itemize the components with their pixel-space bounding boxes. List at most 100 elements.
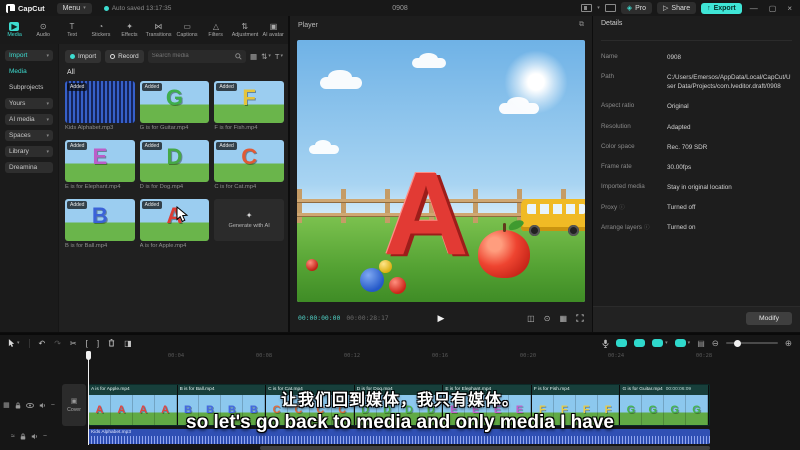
delete-left-button[interactable]: [ — [86, 339, 88, 348]
media-tab[interactable]: △ Filters — [202, 16, 231, 44]
split-button[interactable]: ✂ — [70, 339, 77, 348]
timeline-ruler[interactable]: 00:04 00:08 00:12 00:16 00:20 00:24 00:28 — [0, 351, 800, 365]
grid-view-icon[interactable]: ▦ — [250, 52, 257, 61]
tab-icon: ✦ — [126, 22, 133, 31]
ruler-tick-label: 00:08 — [255, 353, 273, 359]
layout-toggle-icon[interactable] — [581, 4, 593, 12]
media-tab[interactable]: ▶ Media — [0, 16, 29, 44]
ruler-tick-label: 00:20 — [519, 353, 537, 359]
pro-button[interactable]: ◈ Pro — [620, 2, 653, 14]
sidebar-item[interactable]: Library ▾ — [5, 146, 53, 157]
play-button[interactable]: ▶ — [438, 313, 445, 324]
record-icon — [110, 53, 116, 59]
search-box[interactable] — [147, 49, 246, 63]
media-tab[interactable]: ⋈ Transitions — [144, 16, 173, 44]
info-icon: ⓘ — [619, 205, 625, 211]
delete-button[interactable] — [108, 339, 115, 347]
tab-icon: ▭ — [183, 22, 191, 31]
fit-zoom-icon[interactable]: ⊙ — [544, 314, 551, 323]
sidebar-item[interactable]: Spaces ▾ — [5, 130, 53, 141]
media-item[interactable]: Added Kids Alphabet.mp3 — [65, 81, 135, 131]
added-badge: Added — [141, 83, 163, 91]
voiceover-mic-icon[interactable] — [602, 339, 609, 348]
undo-button[interactable]: ↶ — [39, 339, 46, 348]
generate-with-ai-card[interactable]: ✦ Generate with AI — [214, 199, 284, 241]
zoom-out-icon[interactable]: ⊖ — [712, 338, 719, 349]
close-button[interactable]: × — [784, 4, 795, 13]
export-upload-icon: ↑ — [707, 4, 711, 12]
media-tab[interactable]: T Text — [58, 16, 87, 44]
sidebar-item[interactable]: Subprojects — [5, 82, 53, 93]
lock-track-icon[interactable] — [20, 433, 26, 440]
mute-track-icon[interactable] — [31, 433, 38, 440]
panel-layout-icon[interactable] — [604, 4, 616, 12]
player-controls: 00:00:00:00 00:00:28:17 ▶ ◫ ⊙ ▦ — [298, 311, 584, 325]
mirror-preview-icon[interactable]: ◫ — [527, 314, 535, 323]
minimize-button[interactable]: — — [747, 4, 761, 13]
slider-knob[interactable] — [734, 339, 742, 347]
audio-waveform — [88, 436, 710, 444]
media-tabstrip: ▶ Media ⊙ Audio T Text ◔ Stickers ✦ Effe… — [0, 16, 288, 44]
sidebar-item[interactable]: Yours ▾ — [5, 98, 53, 109]
timeline-zoom-slider[interactable] — [725, 339, 778, 347]
sidebar-item[interactable]: Media — [5, 66, 53, 77]
player-panel: Player ⧉ A 00:00:00:00 00:00:28:17 ▶ ◫ ⊙… — [290, 16, 592, 332]
record-button[interactable]: Record — [105, 49, 144, 63]
chevron-down-icon[interactable]: ▾ — [597, 5, 600, 11]
maximize-button[interactable]: ▢ — [766, 4, 780, 13]
export-button[interactable]: ↑ Export — [701, 2, 742, 14]
share-button[interactable]: ▷ Share — [657, 2, 697, 14]
link-preview-toggle[interactable] — [634, 339, 646, 347]
media-item[interactable]: Added C C is for Cat.mp4 — [214, 140, 284, 190]
media-item[interactable]: Added D D is for Dog.mp4 — [139, 140, 210, 190]
filter-icon[interactable]: T ▾ — [275, 52, 283, 61]
media-item[interactable]: Added F F is for Fish.mp4 — [214, 81, 284, 131]
media-tab[interactable]: ⊙ Audio — [29, 16, 58, 44]
collapse-track-icon[interactable]: − — [43, 433, 47, 440]
tab-icon: △ — [212, 22, 220, 31]
details-row: Proxy ⓘ Turned off — [601, 204, 696, 211]
search-input[interactable] — [151, 53, 233, 59]
sort-icon[interactable]: ⇅ ▾ — [261, 52, 271, 61]
redo-button[interactable]: ↷ — [54, 339, 61, 348]
player-panel-icon[interactable]: ⧉ — [579, 21, 584, 29]
track-options-toggle[interactable]: ▾ — [674, 339, 690, 347]
horizontal-scrollbar[interactable] — [260, 446, 710, 450]
autosave-status: Auto saved 13:17:35 — [103, 5, 171, 12]
import-button[interactable]: Import — [65, 49, 102, 63]
sidebar-item[interactable]: AI media ▾ — [5, 114, 53, 125]
added-badge: Added — [141, 201, 163, 209]
media-tab[interactable]: ⇅ Adjustment — [230, 16, 259, 44]
media-item[interactable]: Added A A is for Apple.mp4 — [139, 199, 210, 249]
menu-button[interactable]: Menu ▾ — [56, 2, 92, 14]
capcut-window: CapCut Menu ▾ Auto saved 13:17:35 0908 ▾ … — [0, 0, 800, 450]
delete-right-button[interactable]: ] — [97, 339, 99, 348]
subtitle-chinese: 让我们回到媒体，我只有媒体。 — [280, 392, 519, 409]
select-tool-button[interactable]: ▾ — [8, 338, 20, 348]
media-tab[interactable]: ▭ Captions — [173, 16, 202, 44]
added-badge: Added — [67, 201, 88, 209]
zoom-in-icon[interactable]: ⊕ — [785, 338, 792, 349]
ratio-grid-icon[interactable]: ▦ — [559, 314, 567, 323]
mirror-clip-button[interactable]: ◨ — [124, 339, 132, 348]
media-item[interactable]: Added G G is for Guitar.mp4 — [139, 81, 210, 131]
autoscroll-toggle[interactable]: ▾ — [652, 339, 668, 347]
modify-button[interactable]: Modify — [745, 312, 792, 325]
ruler-tick-label: 00:04 — [167, 353, 185, 359]
media-item[interactable]: Added E E is for Elephant.mp4 — [65, 140, 135, 190]
video-preview[interactable]: A — [297, 40, 585, 302]
media-item[interactable]: ✦ Generate with AI — [214, 199, 284, 249]
ruler-tick-label: 00:16 — [431, 353, 449, 359]
media-tab[interactable]: ▣ AI avatar — [259, 16, 288, 44]
fullscreen-icon[interactable] — [576, 314, 584, 322]
tab-icon: ▣ — [269, 22, 278, 31]
audio-track-icon[interactable]: ≈ — [11, 433, 15, 440]
media-item[interactable]: Added B B is for Ball.mp4 — [65, 199, 135, 249]
media-tab[interactable]: ✦ Effects — [115, 16, 144, 44]
sidebar-item[interactable]: Dreamina — [5, 162, 53, 173]
media-tab[interactable]: ◔ Stickers — [86, 16, 115, 44]
sidebar-item[interactable]: Import ▾ — [5, 50, 53, 61]
snap-magnet-toggle[interactable] — [616, 339, 628, 347]
filmstrip-view-icon[interactable]: ▤ — [697, 339, 705, 348]
mouse-cursor — [176, 206, 189, 223]
